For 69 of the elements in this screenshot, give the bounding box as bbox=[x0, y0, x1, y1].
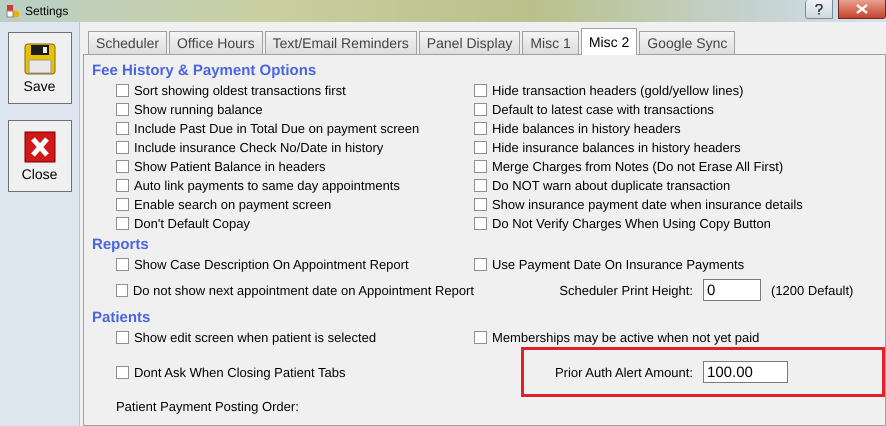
tab[interactable]: Panel Display bbox=[418, 31, 520, 54]
checkbox[interactable] bbox=[116, 258, 129, 271]
checkbox-label: Memberships may be active when not yet paid bbox=[492, 330, 760, 345]
checkbox-label: Use Payment Date On Insurance Payments bbox=[492, 257, 744, 272]
checkbox[interactable] bbox=[116, 122, 129, 135]
checkbox[interactable] bbox=[474, 217, 487, 230]
tab[interactable]: Text/Email Reminders bbox=[264, 31, 417, 54]
checkbox[interactable] bbox=[116, 331, 129, 344]
checkbox-label: Hide balances in history headers bbox=[492, 121, 681, 136]
checkbox[interactable] bbox=[116, 160, 129, 173]
tab[interactable]: Office Hours bbox=[169, 31, 263, 54]
checkbox-label: Default to latest case with transactions bbox=[492, 102, 714, 117]
close-icon bbox=[22, 130, 56, 164]
section-heading: Reports bbox=[92, 234, 150, 254]
help-button[interactable] bbox=[805, 0, 833, 19]
checkbox[interactable] bbox=[116, 179, 129, 192]
checkbox-label: Include insurance Check No/Date in history bbox=[134, 140, 384, 155]
checkbox-label: Show running balance bbox=[134, 102, 263, 117]
close-window-button[interactable] bbox=[838, 0, 886, 19]
checkbox[interactable] bbox=[474, 122, 487, 135]
checkbox-label: Show Patient Balance in headers bbox=[134, 159, 326, 174]
checkbox-label: Do NOT warn about duplicate transaction bbox=[492, 178, 730, 193]
tab[interactable]: Scheduler bbox=[88, 31, 168, 54]
checkbox-label: Merge Charges from Notes (Do not Erase All First) bbox=[492, 159, 784, 174]
checkbox[interactable] bbox=[474, 103, 487, 116]
input-field[interactable]: 0 bbox=[703, 279, 761, 301]
checkbox-label: Hide transaction headers (gold/yellow lines) bbox=[492, 83, 744, 98]
checkbox-label: Show edit screen when patient is selected bbox=[134, 330, 376, 345]
checkbox[interactable] bbox=[474, 84, 487, 97]
tab[interactable]: Google Sync bbox=[639, 31, 736, 54]
checkbox[interactable] bbox=[116, 366, 129, 378]
checkbox-label: Hide insurance balances in history headers bbox=[492, 140, 741, 155]
checkbox[interactable] bbox=[474, 331, 487, 344]
checkbox[interactable] bbox=[116, 103, 129, 116]
checkbox-label: Don't Default Copay bbox=[134, 216, 250, 231]
checkbox[interactable] bbox=[474, 141, 487, 154]
section-heading: Patients bbox=[92, 308, 152, 328]
question-icon bbox=[815, 4, 823, 14]
checkbox[interactable] bbox=[474, 179, 487, 192]
field-label: Prior Auth Alert Amount: bbox=[554, 364, 694, 380]
field-note: (1200 Default) bbox=[771, 282, 854, 298]
checkbox[interactable] bbox=[116, 198, 129, 211]
close-button[interactable]: Close bbox=[8, 120, 72, 192]
checkbox[interactable] bbox=[116, 84, 129, 97]
checkbox-label: Do not show next appointment date on Appointment Report bbox=[132, 282, 474, 298]
window-title: Settings bbox=[25, 4, 68, 18]
checkbox-label: Dont Ask When Closing Patient Tabs bbox=[134, 364, 346, 380]
tab[interactable]: Misc 1 bbox=[522, 31, 579, 54]
checkbox[interactable] bbox=[474, 258, 487, 271]
checkbox-label: Enable search on payment screen bbox=[134, 197, 332, 212]
checkbox-label: Sort showing oldest transactions first bbox=[134, 83, 346, 98]
checkbox-label: Include Past Due in Total Due on payment screen bbox=[134, 121, 420, 136]
field-label: Scheduler Print Height: bbox=[558, 282, 694, 298]
checkbox[interactable] bbox=[116, 217, 129, 230]
section-heading: Fee History & Payment Options bbox=[92, 60, 318, 80]
app-icon bbox=[6, 4, 20, 18]
checkbox[interactable] bbox=[116, 284, 128, 296]
checkbox-label: Do Not Verify Charges When Using Copy Button bbox=[492, 216, 771, 231]
tab[interactable]: Misc 2 bbox=[580, 28, 638, 55]
checkbox[interactable] bbox=[474, 198, 487, 211]
checkbox[interactable] bbox=[474, 160, 487, 173]
save-button[interactable]: Save bbox=[8, 32, 72, 104]
checkbox-label: Show insurance payment date when insurance details bbox=[492, 197, 803, 212]
input-field[interactable]: 100.00 bbox=[703, 361, 788, 383]
checkbox-label: Show Case Description On Appointment Report bbox=[134, 257, 409, 272]
checkbox-label: Auto link payments to same day appointments bbox=[134, 178, 400, 193]
checkbox[interactable] bbox=[116, 141, 129, 154]
close-icon bbox=[856, 4, 868, 14]
section-label: Patient Payment Posting Order: bbox=[116, 399, 300, 414]
